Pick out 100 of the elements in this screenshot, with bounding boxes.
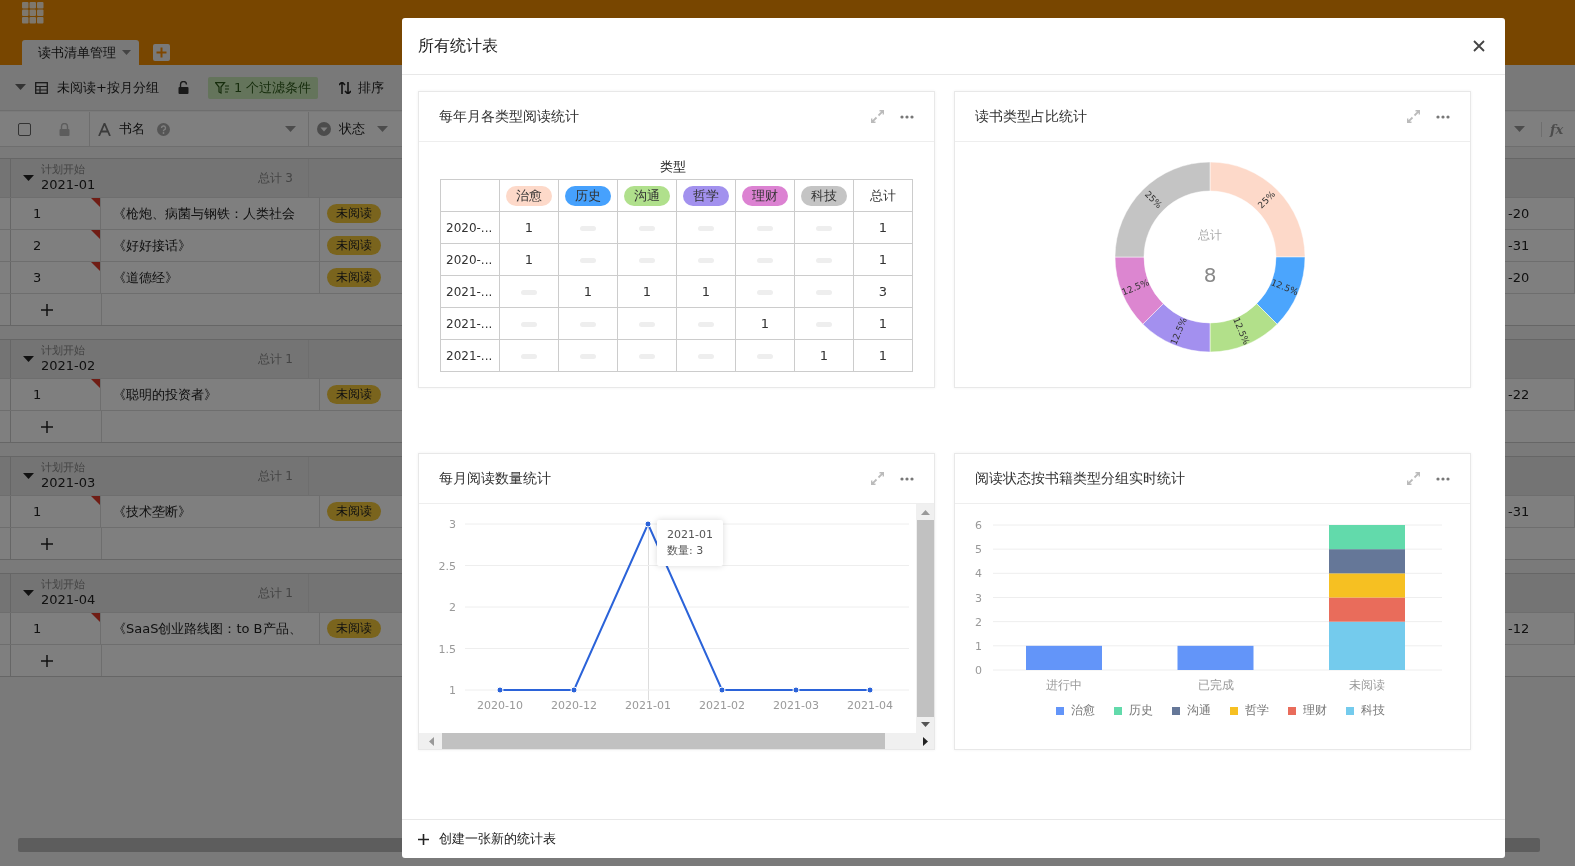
group-value: 2021-02 xyxy=(41,357,96,374)
select-all-checkbox[interactable] xyxy=(18,122,31,136)
table-cell: 《道德经》 xyxy=(101,262,320,293)
close-icon[interactable] xyxy=(1473,40,1485,52)
table-cell: 1 xyxy=(617,275,677,308)
card-title: 读书类型占比统计 xyxy=(975,107,1087,126)
status-tag: 未阅读 xyxy=(327,619,381,638)
x-tick-label: 进行中 xyxy=(1046,678,1082,692)
category-tag: 科技 xyxy=(801,185,847,206)
y-tick-label: 2 xyxy=(975,615,982,629)
scroll-right-icon[interactable] xyxy=(923,736,928,746)
y-tick-label: 4 xyxy=(975,567,982,581)
table-cell: 2021-... xyxy=(440,275,500,308)
donut-slice xyxy=(1209,303,1278,353)
column-header[interactable]: 书名 xyxy=(90,112,309,146)
y-tick-label: 1.5 xyxy=(438,642,456,656)
table-icon xyxy=(35,81,48,94)
expand-icon[interactable] xyxy=(1407,472,1420,485)
legend-label[interactable]: 科技 xyxy=(1360,702,1385,719)
x-tick-label: 2021-03 xyxy=(773,699,819,712)
data-point xyxy=(644,520,652,528)
add-row-icon[interactable] xyxy=(41,303,53,316)
expand-icon[interactable] xyxy=(871,110,884,123)
status-tag: 未阅读 xyxy=(327,385,381,404)
status-tag: 未阅读 xyxy=(327,268,381,287)
caret-icon[interactable] xyxy=(1514,125,1525,133)
more-icon[interactable] xyxy=(1436,476,1450,481)
table-tab[interactable]: 读书清单管理 xyxy=(22,40,139,65)
scroll-left-icon[interactable] xyxy=(429,736,434,746)
category-tag: 沟通 xyxy=(624,185,670,206)
donut-slice xyxy=(1142,303,1211,353)
filter-button[interactable]: 1 个过滤条件 xyxy=(207,76,319,99)
add-row-icon[interactable] xyxy=(41,654,53,667)
more-icon[interactable] xyxy=(900,476,914,481)
expand-icon[interactable] xyxy=(871,472,884,485)
table-cell: 1 xyxy=(853,307,913,340)
table-cell: -20 xyxy=(1508,270,1530,285)
y-tick-label: 0 xyxy=(975,664,982,677)
y-tick-label: 6 xyxy=(975,519,982,532)
caret-icon[interactable] xyxy=(285,125,296,133)
axis-label: 类型 xyxy=(659,158,687,176)
x-tick-label: 2020-12 xyxy=(551,699,597,712)
dialog-title: 所有统计表 xyxy=(418,35,498,57)
group-value: 2021-01 xyxy=(41,176,96,193)
row-number: 1 xyxy=(33,504,42,519)
expand-icon[interactable] xyxy=(1407,110,1420,123)
apps-grid-icon[interactable] xyxy=(22,2,44,24)
caret-icon[interactable] xyxy=(122,49,131,56)
group-value: 2021-04 xyxy=(41,591,96,608)
unlock-icon[interactable] xyxy=(177,81,189,94)
caret-icon[interactable] xyxy=(377,125,388,133)
scroll-up-icon[interactable] xyxy=(920,510,930,515)
add-tab-icon[interactable] xyxy=(153,44,170,61)
table-cell: 《聪明的投资者》 xyxy=(101,379,320,410)
table-cell: 1 xyxy=(794,339,854,372)
sort-button[interactable]: 排序 xyxy=(339,78,385,97)
add-row-icon[interactable] xyxy=(41,420,53,433)
table-cell: 2020-... xyxy=(440,211,500,244)
y-tick-label: 3 xyxy=(449,518,456,531)
legend-label[interactable]: 沟通 xyxy=(1186,702,1211,719)
table-cell: 1 xyxy=(558,275,618,308)
collapse-caret-icon[interactable] xyxy=(23,589,34,597)
tooltip-value: 数量: 3 xyxy=(667,543,705,558)
table-cell: 1 xyxy=(676,275,736,308)
data-point xyxy=(866,686,874,694)
scrollbar-thumb[interactable] xyxy=(916,520,934,717)
x-tick-label: 2020-10 xyxy=(477,699,523,712)
y-tick-label: 1 xyxy=(975,639,982,653)
more-icon[interactable] xyxy=(1436,114,1450,119)
create-chart-button[interactable]: 创建一张新的统计表 xyxy=(418,830,556,848)
column-header[interactable]: 状态 xyxy=(309,112,402,146)
data-point xyxy=(792,686,800,694)
legend-label[interactable]: 历史 xyxy=(1128,702,1153,719)
table-cell: 1 xyxy=(499,243,559,276)
more-icon[interactable] xyxy=(900,114,914,119)
scroll-down-icon[interactable] xyxy=(920,722,930,727)
table-cell: -31 xyxy=(1508,504,1530,519)
category-tag: 历史 xyxy=(565,185,611,206)
help-icon[interactable] xyxy=(157,122,170,136)
table-cell: 1 xyxy=(853,243,913,276)
view-name[interactable]: 未阅读+按月分组 xyxy=(57,78,159,97)
data-point xyxy=(718,686,726,694)
row-number: 3 xyxy=(33,270,42,285)
legend-label[interactable]: 哲学 xyxy=(1244,702,1269,719)
status-tag: 未阅读 xyxy=(327,502,381,521)
collapse-caret-icon[interactable] xyxy=(23,174,34,182)
x-tick-label: 未阅读 xyxy=(1349,678,1385,692)
x-tick-label: 已完成 xyxy=(1197,678,1234,692)
category-tag: 理财 xyxy=(742,185,788,206)
legend-label[interactable]: 治愈 xyxy=(1070,702,1095,719)
y-tick-label: 3 xyxy=(975,591,982,605)
category-tag: 哲学 xyxy=(683,185,729,206)
collapse-caret-icon[interactable] xyxy=(23,472,34,480)
table-cell: 2021-... xyxy=(440,339,500,372)
add-row-icon[interactable] xyxy=(41,537,53,550)
collapse-caret-icon[interactable] xyxy=(23,355,34,363)
legend-label[interactable]: 理财 xyxy=(1302,702,1327,719)
scrollbar-thumb[interactable] xyxy=(442,733,885,749)
table-cell: 《技术垄断》 xyxy=(101,496,320,527)
caret-icon[interactable] xyxy=(15,84,26,91)
